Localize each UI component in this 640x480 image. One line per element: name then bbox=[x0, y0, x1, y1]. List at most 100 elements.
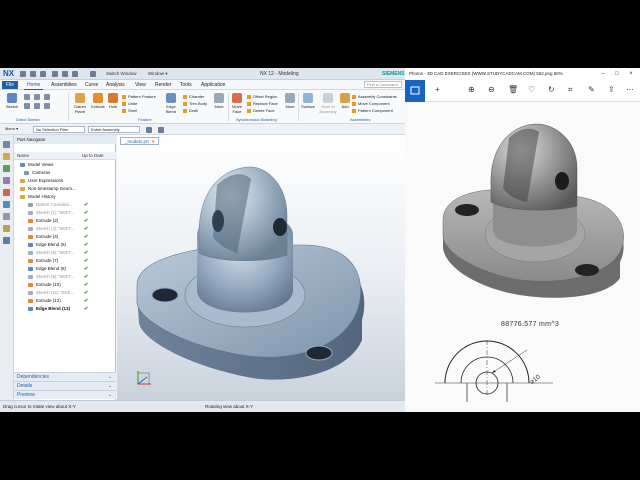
tree-item[interactable]: Extrude (7) ✔ bbox=[14, 257, 116, 265]
minimize-icon[interactable]: – bbox=[596, 68, 610, 80]
cut-icon[interactable] bbox=[52, 71, 58, 77]
tab-assemblies[interactable]: Assemblies bbox=[48, 81, 80, 89]
pattern-feature-button[interactable]: Pattern Feature bbox=[122, 94, 156, 99]
datum-plane-button[interactable]: Datum Plane bbox=[71, 93, 89, 114]
tab-file[interactable]: File bbox=[2, 81, 19, 89]
heart-icon[interactable]: ♡ bbox=[528, 84, 535, 96]
move-component-button[interactable]: Move Component bbox=[352, 101, 390, 106]
tab-view[interactable]: View bbox=[132, 81, 149, 89]
selection-filter-dropdown[interactable]: No Selection Filter bbox=[33, 126, 85, 133]
add-icon[interactable]: + bbox=[435, 84, 440, 96]
details-panel[interactable]: Details ⌄ bbox=[14, 381, 116, 390]
tree-item[interactable]: Sketch (6) "SKET... ✔ bbox=[14, 249, 116, 257]
assembly-navigator-icon[interactable] bbox=[3, 153, 10, 160]
delete-icon[interactable]: 🗑 bbox=[508, 84, 518, 96]
undo-icon[interactable] bbox=[30, 71, 36, 77]
selection-scope-dropdown[interactable]: Entire Assembly bbox=[88, 126, 140, 133]
redo-icon[interactable] bbox=[40, 71, 46, 77]
trim-body-button[interactable]: Trim Body bbox=[183, 101, 207, 106]
preview-panel[interactable]: Preview ⌄ bbox=[14, 390, 116, 399]
draft-button[interactable]: Draft bbox=[183, 108, 198, 113]
offset-region-button[interactable]: Offset Region bbox=[247, 94, 277, 99]
more-sync-button[interactable]: More bbox=[283, 93, 297, 109]
tree-item[interactable]: Extrude (10) ✔ bbox=[14, 281, 116, 289]
constraint-navigator-icon[interactable] bbox=[3, 165, 10, 172]
filter-icon[interactable] bbox=[146, 127, 152, 133]
tree-item[interactable]: Sketch (11) "SKE... ✔ bbox=[14, 289, 116, 297]
tree-item[interactable]: Sketch (1) "SKET... ✔ bbox=[14, 209, 116, 217]
tree-item[interactable]: Edge Blend (5) ✔ bbox=[14, 241, 116, 249]
rectangle-icon[interactable] bbox=[44, 94, 50, 100]
tree-item[interactable]: Extrude (2) ✔ bbox=[14, 217, 116, 225]
reuse-library-icon[interactable] bbox=[3, 177, 10, 184]
point-icon[interactable] bbox=[44, 103, 50, 109]
tree-item[interactable]: Sketch (3) "SKET... ✔ bbox=[14, 225, 116, 233]
hd3d-tools-icon[interactable] bbox=[3, 189, 10, 196]
chamfer-button[interactable]: Chamfer bbox=[183, 94, 204, 99]
tree-item[interactable]: Extrude (12) ✔ bbox=[14, 297, 116, 305]
paste-icon[interactable] bbox=[72, 71, 78, 77]
circle-icon[interactable] bbox=[24, 103, 30, 109]
zoom-out-icon[interactable]: ⊖ bbox=[488, 84, 495, 96]
tree-item[interactable]: Non-timestamp Geom... bbox=[14, 185, 116, 193]
window-switch-icon[interactable] bbox=[90, 71, 96, 77]
roles-icon[interactable] bbox=[3, 225, 10, 232]
edge-blend-button[interactable]: Edge Blend bbox=[162, 93, 180, 114]
crop-icon[interactable]: ⌗ bbox=[568, 84, 573, 96]
photos-home-button[interactable] bbox=[405, 80, 425, 102]
add-component-button[interactable]: Add bbox=[340, 93, 350, 109]
fillet-icon[interactable] bbox=[34, 103, 40, 109]
zoom-in-icon[interactable]: ⊕ bbox=[468, 84, 475, 96]
column-up-to-date[interactable]: Up to Date bbox=[82, 152, 104, 160]
tree-item[interactable]: Model Views bbox=[14, 161, 116, 169]
history-icon[interactable] bbox=[3, 213, 10, 220]
snap-icon[interactable] bbox=[158, 127, 164, 133]
part-tab[interactable]: _model1.prt × bbox=[120, 137, 160, 145]
tree-item[interactable]: Edge Blend (13) ✔ bbox=[14, 305, 116, 313]
tab-home[interactable]: Home bbox=[24, 81, 44, 90]
command-search-input[interactable]: Find a Command bbox=[364, 81, 402, 88]
share-icon[interactable]: ⇪ bbox=[608, 84, 615, 96]
dependencies-panel[interactable]: Dependencies ⌄ bbox=[14, 372, 116, 381]
tab-application[interactable]: Application bbox=[198, 81, 228, 89]
close-icon[interactable]: × bbox=[152, 139, 155, 144]
graphics-window[interactable]: _model1.prt × bbox=[117, 135, 405, 400]
menu-button[interactable]: Menu ▾ bbox=[3, 126, 31, 133]
replace-face-button[interactable]: Replace Face bbox=[247, 101, 278, 106]
tree-item[interactable]: Sketch (9) "SKET... ✔ bbox=[14, 273, 116, 281]
more-icon[interactable]: ⋯ bbox=[626, 84, 634, 96]
unite-button[interactable]: Unite bbox=[122, 101, 137, 106]
window-menu[interactable]: Window ▾ bbox=[148, 71, 168, 77]
web-browser-icon[interactable] bbox=[3, 201, 10, 208]
extrude-button[interactable]: Extrude bbox=[90, 93, 106, 109]
close-icon[interactable]: × bbox=[624, 68, 638, 80]
hole-button[interactable]: Hole bbox=[107, 93, 119, 109]
column-name[interactable]: Name bbox=[17, 152, 29, 160]
tree-item[interactable]: Model History bbox=[14, 193, 116, 201]
photo-canvas[interactable]: 88776.577 mm^3 ⌀10 ⤢ bbox=[405, 102, 640, 412]
tree-item[interactable]: Extrude (4) ✔ bbox=[14, 233, 116, 241]
switch-window-button[interactable]: Switch Window bbox=[106, 71, 137, 76]
tab-tools[interactable]: Tools bbox=[177, 81, 195, 89]
line-icon[interactable] bbox=[24, 94, 30, 100]
assembly-constraints-button[interactable]: Assembly Constraints bbox=[352, 94, 397, 99]
cad-model[interactable] bbox=[117, 145, 405, 400]
tab-curve[interactable]: Curve bbox=[82, 81, 101, 89]
delete-face-button[interactable]: Delete Face bbox=[247, 108, 275, 113]
sketch-button[interactable]: Sketch bbox=[4, 93, 20, 109]
part-navigator-icon[interactable] bbox=[3, 141, 10, 148]
tree-item[interactable]: User Expressions bbox=[14, 177, 116, 185]
pattern-component-button[interactable]: Pattern Component bbox=[352, 108, 393, 113]
tree-item[interactable]: Edge Blend (8) ✔ bbox=[14, 265, 116, 273]
save-icon[interactable] bbox=[20, 71, 26, 77]
rotate-icon[interactable]: ↻ bbox=[548, 84, 555, 96]
tree-item[interactable]: Datum Coordina... ✔ bbox=[14, 201, 116, 209]
surface-button[interactable]: Surface bbox=[300, 93, 316, 109]
edit-icon[interactable]: ✎ bbox=[588, 84, 595, 96]
tab-render[interactable]: Render bbox=[152, 81, 174, 89]
shell-button[interactable]: Shell bbox=[122, 108, 137, 113]
more-feature-button[interactable]: More bbox=[212, 93, 226, 109]
tree-item[interactable]: Cameras bbox=[14, 169, 116, 177]
tab-analysis[interactable]: Analysis bbox=[103, 81, 128, 89]
work-in-assembly-button[interactable]: Work in Assembly bbox=[318, 93, 338, 114]
